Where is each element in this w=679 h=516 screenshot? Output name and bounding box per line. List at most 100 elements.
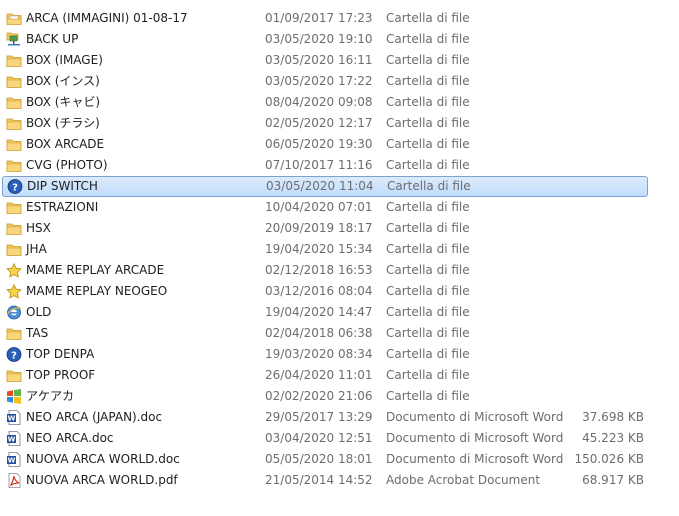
file-name: ESTRAZIONI <box>26 200 99 214</box>
file-date-modified: 03/12/2016 08:04 <box>265 284 373 298</box>
file-row[interactable]: W NUOVA ARCA WORLD.doc 05/05/2020 18:01 Doc… <box>0 449 679 470</box>
file-date-modified: 02/12/2018 16:53 <box>265 263 373 277</box>
file-type: Cartella di file <box>386 389 470 403</box>
file-date-modified: 07/10/2017 11:16 <box>265 158 373 172</box>
file-date-modified: 03/05/2020 17:22 <box>265 74 373 88</box>
file-row[interactable]: BACK UP 03/05/2020 19:10 Cartella di file <box>0 29 679 50</box>
file-name: NUOVA ARCA WORLD.pdf <box>26 473 178 487</box>
file-name: MAME REPLAY ARCADE <box>26 263 165 277</box>
file-type: Cartella di file <box>386 242 470 256</box>
folder-icon <box>6 116 22 131</box>
file-name: TOP PROOF <box>26 368 96 382</box>
file-row[interactable]: MAME REPLAY ARCADE 02/12/2018 16:53 Cartel… <box>0 260 679 281</box>
file-row[interactable]: OLD 19/04/2020 14:47 Cartella di file <box>0 302 679 323</box>
file-size: 150.026 KB <box>574 452 644 466</box>
file-type: Cartella di file <box>386 74 470 88</box>
file-list: ARCA (IMMAGINI) 01-08-17 01/09/2017 17:23… <box>0 8 679 491</box>
file-date-modified: 20/09/2019 18:17 <box>265 221 373 235</box>
file-type: Cartella di file <box>386 137 470 151</box>
file-name: BACK UP <box>26 32 79 46</box>
file-name: アケアカ <box>26 389 75 403</box>
file-type: Cartella di file <box>386 11 470 25</box>
file-row[interactable]: TOP PROOF 26/04/2020 11:01 Cartella di fil… <box>0 365 679 386</box>
file-type: Documento di Microsoft Word <box>386 452 564 466</box>
file-row[interactable]: NUOVA ARCA WORLD.pdf 21/05/2014 14:52 Adob… <box>0 470 679 491</box>
folder-icon <box>6 158 22 173</box>
file-date-modified: 01/09/2017 17:23 <box>265 11 373 25</box>
folder-icon <box>6 53 22 68</box>
file-row[interactable]: W NEO ARCA.doc 03/04/2020 12:51 Documento d… <box>0 428 679 449</box>
folder-icon <box>6 200 22 215</box>
file-name: BOX (チラシ) <box>26 116 100 130</box>
file-row[interactable]: BOX ARCADE 06/05/2020 19:30 Cartella di fi… <box>0 134 679 155</box>
file-row[interactable]: ESTRAZIONI 10/04/2020 07:01 Cartella di fi… <box>0 197 679 218</box>
file-name: MAME REPLAY NEOGEO <box>26 284 168 298</box>
folder-icon <box>6 74 22 89</box>
file-row[interactable]: BOX (IMAGE) 03/05/2020 16:11 Cartella di f… <box>0 50 679 71</box>
help-icon: ? <box>6 347 22 362</box>
svg-text:?: ? <box>12 183 18 194</box>
file-date-modified: 10/04/2020 07:01 <box>265 200 373 214</box>
file-type: Cartella di file <box>386 368 470 382</box>
folder-icon <box>6 242 22 257</box>
file-name: CVG (PHOTO) <box>26 158 108 172</box>
file-type: Adobe Acrobat Document <box>386 473 541 487</box>
file-name: TOP DENPA <box>26 347 95 361</box>
file-row[interactable]: ? DIP SWITCH 03/05/2020 11:04 Cartella di f… <box>2 176 648 197</box>
internet-explorer-icon <box>6 305 22 320</box>
file-type: Cartella di file <box>386 95 470 109</box>
file-date-modified: 26/04/2020 11:01 <box>265 368 373 382</box>
file-name: NUOVA ARCA WORLD.doc <box>26 452 180 466</box>
file-name: BOX (インス) <box>26 74 100 88</box>
word-document-icon: W <box>6 410 22 425</box>
file-date-modified: 03/05/2020 11:04 <box>266 179 374 193</box>
file-name: NEO ARCA (JAPAN).doc <box>26 410 163 424</box>
file-name: NEO ARCA.doc <box>26 431 114 445</box>
word-document-icon: W <box>6 452 22 467</box>
file-row[interactable]: BOX (チラシ) 02/05/2020 12:17 Cartella di fil… <box>0 113 679 134</box>
file-type: Cartella di file <box>386 158 470 172</box>
file-date-modified: 05/05/2020 18:01 <box>265 452 373 466</box>
file-date-modified: 21/05/2014 14:52 <box>265 473 373 487</box>
file-type: Cartella di file <box>387 179 471 193</box>
file-date-modified: 02/05/2020 12:17 <box>265 116 373 130</box>
file-row[interactable]: ? TOP DENPA 19/03/2020 08:34 Cartella di fi… <box>0 344 679 365</box>
file-type: Cartella di file <box>386 326 470 340</box>
file-type: Cartella di file <box>386 347 470 361</box>
file-name: BOX (IMAGE) <box>26 53 103 67</box>
word-document-icon: W <box>6 431 22 446</box>
star-icon <box>6 263 22 278</box>
file-type: Cartella di file <box>386 305 470 319</box>
file-name: DIP SWITCH <box>27 179 98 193</box>
file-type: Documento di Microsoft Word <box>386 410 564 424</box>
folder-icon <box>6 368 22 383</box>
file-row[interactable]: JHA 19/04/2020 15:34 Cartella di file <box>0 239 679 260</box>
file-type: Documento di Microsoft Word <box>386 431 564 445</box>
file-row[interactable]: CVG (PHOTO) 07/10/2017 11:16 Cartella di f… <box>0 155 679 176</box>
file-name: TAS <box>26 326 49 340</box>
folder-icon <box>6 95 22 110</box>
file-row[interactable]: BOX (キャビ) 08/04/2020 09:08 Cartella di fil… <box>0 92 679 113</box>
file-row[interactable]: アケアカ 02/02/2020 21:06 Cartella di file <box>0 386 679 407</box>
file-date-modified: 06/05/2020 19:30 <box>265 137 373 151</box>
file-type: Cartella di file <box>386 284 470 298</box>
file-row[interactable]: TAS 02/04/2018 06:38 Cartella di file <box>0 323 679 344</box>
file-name: HSX <box>26 221 51 235</box>
file-date-modified: 03/04/2020 12:51 <box>265 431 373 445</box>
svg-text:?: ? <box>11 351 17 362</box>
file-type: Cartella di file <box>386 32 470 46</box>
file-name: JHA <box>26 242 47 256</box>
file-row[interactable]: HSX 20/09/2019 18:17 Cartella di file <box>0 218 679 239</box>
file-date-modified: 19/03/2020 08:34 <box>265 347 373 361</box>
file-row[interactable]: MAME REPLAY NEOGEO 03/12/2016 08:04 Cartel… <box>0 281 679 302</box>
file-type: Cartella di file <box>386 221 470 235</box>
file-date-modified: 08/04/2020 09:08 <box>265 95 373 109</box>
file-row[interactable]: ARCA (IMMAGINI) 01-08-17 01/09/2017 17:23… <box>0 8 679 29</box>
file-date-modified: 19/04/2020 15:34 <box>265 242 373 256</box>
file-name: BOX ARCADE <box>26 137 105 151</box>
file-type: Cartella di file <box>386 200 470 214</box>
file-date-modified: 19/04/2020 14:47 <box>265 305 373 319</box>
file-row[interactable]: BOX (インス) 03/05/2020 17:22 Cartella di fil… <box>0 71 679 92</box>
svg-text:W: W <box>8 457 16 465</box>
file-row[interactable]: W NEO ARCA (JAPAN).doc 29/05/2017 13:29 Doc… <box>0 407 679 428</box>
